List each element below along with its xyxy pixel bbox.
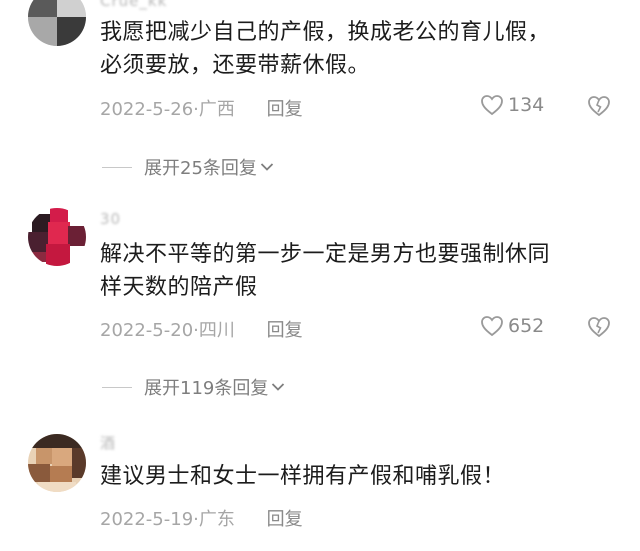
comment-text: 建议男士和女士一样拥有产假和哺乳假！	[100, 460, 620, 493]
divider-line	[102, 386, 132, 388]
comment-text: 解决不平等的第一步一定是男方也要强制休同 样天数的陪产假	[100, 238, 620, 304]
comment-location: 广西	[198, 99, 235, 120]
heart-outline-icon	[481, 95, 503, 116]
like-count: 134	[508, 94, 545, 116]
expand-replies-button[interactable]: 展开25条回复	[102, 154, 274, 180]
comment-meta: 2022-5-20·四川 回复	[100, 316, 303, 342]
expand-replies-button[interactable]: 展开119条回复	[102, 374, 285, 400]
divider-line	[102, 166, 132, 168]
comment-text-line: 样天数的陪产假	[100, 275, 258, 300]
reply-button[interactable]: 回复	[267, 320, 303, 341]
username[interactable]: 30	[100, 210, 121, 228]
reply-button[interactable]: 回复	[267, 99, 303, 120]
username[interactable]: 酒	[100, 432, 116, 453]
avatar[interactable]	[28, 208, 86, 266]
broken-heart-icon	[588, 317, 610, 338]
comment-text-line: 解决不平等的第一步一定是男方也要强制休同	[100, 242, 551, 267]
chevron-down-icon	[260, 163, 274, 171]
comment-location: 广东	[198, 509, 235, 530]
avatar[interactable]	[28, 434, 86, 492]
comment-text-line: 我愿把减少自己的产假，换成老公的育儿假，	[100, 20, 551, 45]
broken-heart-icon	[588, 96, 610, 117]
comment-date: 2022-5-20	[100, 320, 194, 341]
comment-date: 2022-5-26	[100, 99, 194, 120]
comment-text-line: 必须要放，还要带薪休假。	[100, 53, 371, 78]
dislike-button[interactable]	[586, 316, 612, 342]
expand-replies-label: 展开25条回复	[144, 158, 257, 179]
heart-outline-icon	[481, 316, 503, 337]
comment-text: 我愿把减少自己的产假，换成老公的育儿假， 必须要放，还要带薪休假。	[100, 16, 620, 82]
comment-meta: 2022-5-19·广东 回复	[100, 505, 303, 531]
like-button[interactable]: 652	[480, 315, 544, 337]
comment-text-line: 建议男士和女士一样拥有产假和哺乳假！	[100, 464, 506, 489]
reply-button[interactable]: 回复	[267, 509, 303, 530]
username[interactable]: Crue_kk	[100, 0, 167, 10]
dislike-button[interactable]	[586, 95, 612, 121]
like-button[interactable]: 134	[480, 94, 544, 116]
comment-meta: 2022-5-26·广西 回复	[100, 95, 303, 121]
chevron-down-icon	[272, 383, 285, 391]
expand-replies-label: 展开119条回复	[144, 378, 269, 399]
like-count: 652	[508, 315, 545, 337]
comment-location: 四川	[198, 320, 235, 341]
avatar[interactable]	[28, 0, 86, 46]
comment-date: 2022-5-19	[100, 509, 194, 530]
